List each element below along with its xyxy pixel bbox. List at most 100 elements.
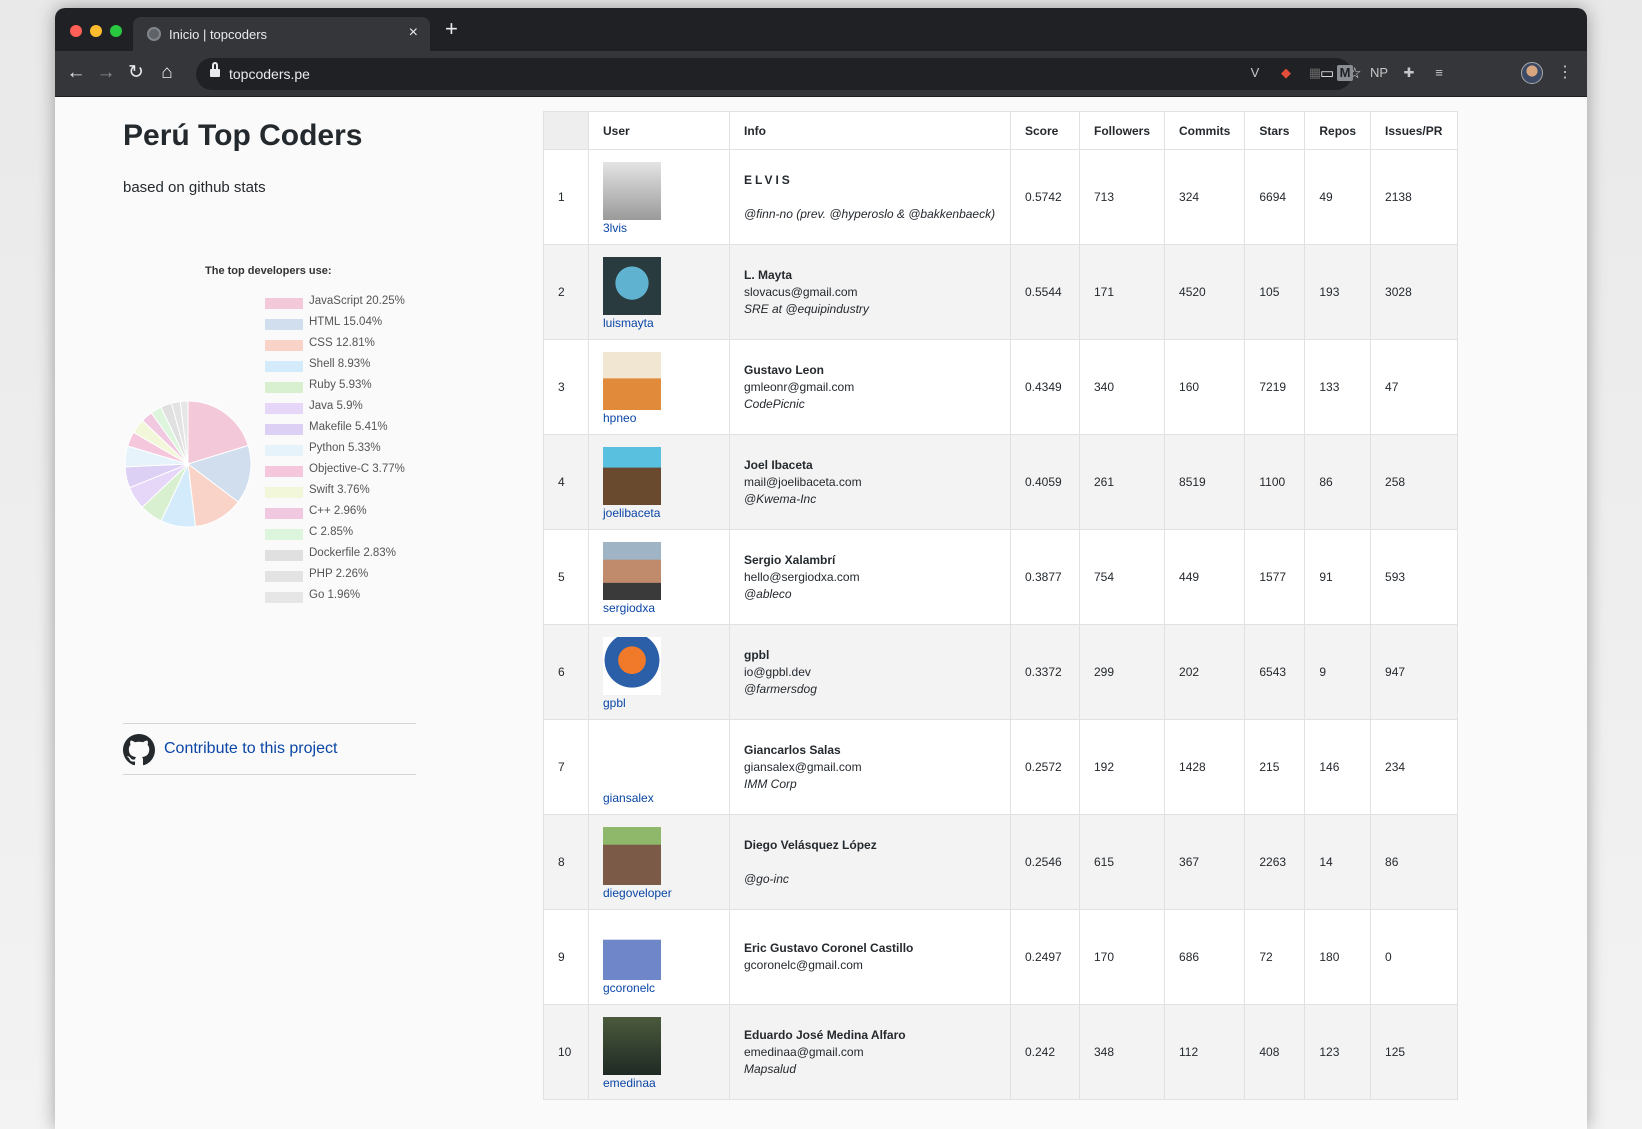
user-cell: hpneo	[588, 339, 730, 435]
user-avatar[interactable]	[603, 731, 661, 790]
user-avatar[interactable]	[603, 161, 661, 220]
info-cell: Joel Ibaceta mail@joelibaceta.com @Kwema-I…	[729, 434, 1011, 530]
minimize-window-button[interactable]	[90, 25, 102, 37]
legend-label: CSS 12.81%	[309, 337, 375, 349]
commits-cell: 686	[1164, 909, 1246, 1005]
info-column-header[interactable]: Info	[729, 111, 1011, 150]
user-avatar[interactable]	[603, 826, 661, 885]
commits-cell: 449	[1164, 529, 1246, 625]
legend-label: Java 5.9%	[309, 400, 363, 412]
user-fullname: L. Mayta	[744, 267, 793, 282]
repos-cell: 49	[1304, 149, 1372, 245]
user-bio: IMM Corp	[744, 776, 797, 791]
info-cell: gpbl io@gpbl.dev @farmersdog	[729, 624, 1011, 720]
user-login-link[interactable]: joelibaceta	[603, 506, 715, 520]
user-cell: sergiodxa	[588, 529, 730, 625]
legend-swatch	[265, 571, 303, 582]
followers-cell: 192	[1078, 719, 1166, 815]
repos-column-header[interactable]: Repos	[1304, 111, 1372, 150]
legend-swatch	[265, 466, 303, 477]
user-cell: diegoveloper	[588, 814, 730, 910]
info-cell: Eduardo José Medina Alfaro emedinaa@gmail…	[729, 1004, 1011, 1100]
user-avatar[interactable]	[603, 446, 661, 505]
user-login-link[interactable]: giansalex	[603, 791, 715, 805]
score-cell: 0.242	[1010, 1004, 1080, 1100]
repos-cell: 193	[1304, 244, 1372, 340]
tab-close-icon[interactable]: ×	[409, 24, 418, 42]
stars-cell: 215	[1244, 719, 1306, 815]
legend-swatch	[265, 445, 303, 456]
score-column-header[interactable]: Score	[1010, 111, 1080, 150]
repos-cell: 180	[1304, 909, 1372, 1005]
user-login-link[interactable]: 3lvis	[603, 221, 715, 235]
issues-column-header[interactable]: Issues/PR	[1370, 111, 1459, 150]
extensions-puzzle-icon[interactable]: ✚	[1399, 63, 1419, 83]
extension-v-icon[interactable]: V	[1245, 63, 1265, 83]
home-icon[interactable]: ⌂	[154, 60, 180, 86]
legend-swatch	[265, 382, 303, 393]
user-cell: 3lvis	[588, 149, 730, 245]
user-avatar[interactable]	[603, 541, 661, 600]
followers-column-header[interactable]: Followers	[1078, 111, 1166, 150]
legend-swatch	[265, 592, 303, 603]
repos-cell: 91	[1304, 529, 1372, 625]
user-avatar[interactable]	[603, 921, 661, 980]
user-login-link[interactable]: gcoronelc	[603, 981, 715, 995]
legend-swatch	[265, 508, 303, 519]
new-tab-button[interactable]: +	[445, 18, 458, 40]
user-login-link[interactable]: hpneo	[603, 411, 715, 425]
extension-grid-icon[interactable]: ▦	[1305, 63, 1325, 83]
followers-cell: 299	[1078, 624, 1166, 720]
reload-icon[interactable]: ↻	[123, 60, 149, 86]
rank-cell: 3	[543, 339, 589, 435]
profile-avatar-icon[interactable]	[1521, 62, 1543, 84]
user-avatar[interactable]	[603, 636, 661, 695]
user-cell: luismayta	[588, 244, 730, 340]
user-column-header[interactable]: User	[588, 111, 730, 150]
user-login-link[interactable]: sergiodxa	[603, 601, 715, 615]
score-cell: 0.2497	[1010, 909, 1080, 1005]
user-login-link[interactable]: diegoveloper	[603, 886, 715, 900]
forward-arrow-icon[interactable]: →	[93, 60, 119, 86]
user-login-link[interactable]: luismayta	[603, 316, 715, 330]
github-icon[interactable]	[123, 734, 155, 766]
maximize-window-button[interactable]	[110, 25, 122, 37]
contribute-link[interactable]: Contribute to this project	[164, 740, 337, 758]
stars-cell: 105	[1244, 244, 1306, 340]
legend-swatch	[265, 403, 303, 414]
user-fullname: Gustavo Leon	[744, 362, 825, 377]
user-login-link[interactable]: gpbl	[603, 696, 715, 710]
page-content: Perú Top Coders based on github stats Th…	[55, 97, 1587, 1129]
browser-tab[interactable]: Inicio | topcoders ×	[133, 17, 430, 51]
url-text[interactable]: topcoders.pe	[229, 66, 310, 82]
address-bar[interactable]: topcoders.pe ▭ ☆	[196, 58, 1361, 90]
user-avatar[interactable]	[603, 1016, 661, 1075]
extension-m-icon[interactable]: M	[1337, 65, 1353, 81]
legend-label: Makefile 5.41%	[309, 421, 388, 433]
user-email: gmleonr@gmail.com	[744, 379, 855, 394]
issues-cell: 125	[1370, 1004, 1459, 1100]
followers-cell: 170	[1078, 909, 1166, 1005]
commits-column-header[interactable]: Commits	[1164, 111, 1246, 150]
stars-cell: 1577	[1244, 529, 1306, 625]
close-window-button[interactable]	[70, 25, 82, 37]
menu-kebab-icon[interactable]: ⋮	[1555, 63, 1575, 83]
followers-cell: 754	[1078, 529, 1166, 625]
extension-np-icon[interactable]: NP	[1365, 63, 1393, 83]
legend-label: C 2.85%	[309, 526, 354, 538]
extension-red-icon[interactable]: ◆	[1276, 63, 1296, 83]
ranking-table: User Info Score Followers Commits Stars …	[543, 111, 1459, 1100]
user-login-link[interactable]: emedinaa	[603, 1076, 715, 1090]
issues-cell: 234	[1370, 719, 1459, 815]
table-row: 9 gcoronelc Eric Gustavo Coronel Castillo g…	[543, 909, 1459, 1005]
user-cell: gcoronelc	[588, 909, 730, 1005]
user-bio: @ableco	[744, 586, 792, 601]
table-row: 1 3lvis ELVIS @finn-no (prev. @hyperoslo & …	[543, 149, 1459, 245]
user-avatar[interactable]	[603, 256, 661, 315]
stars-column-header[interactable]: Stars	[1244, 111, 1306, 150]
user-fullname: ELVIS	[744, 172, 793, 187]
user-avatar[interactable]	[603, 351, 661, 410]
reading-list-icon[interactable]: ≡	[1429, 63, 1449, 83]
legend-label: Shell 8.93%	[309, 358, 371, 370]
back-arrow-icon[interactable]: ←	[63, 60, 89, 86]
